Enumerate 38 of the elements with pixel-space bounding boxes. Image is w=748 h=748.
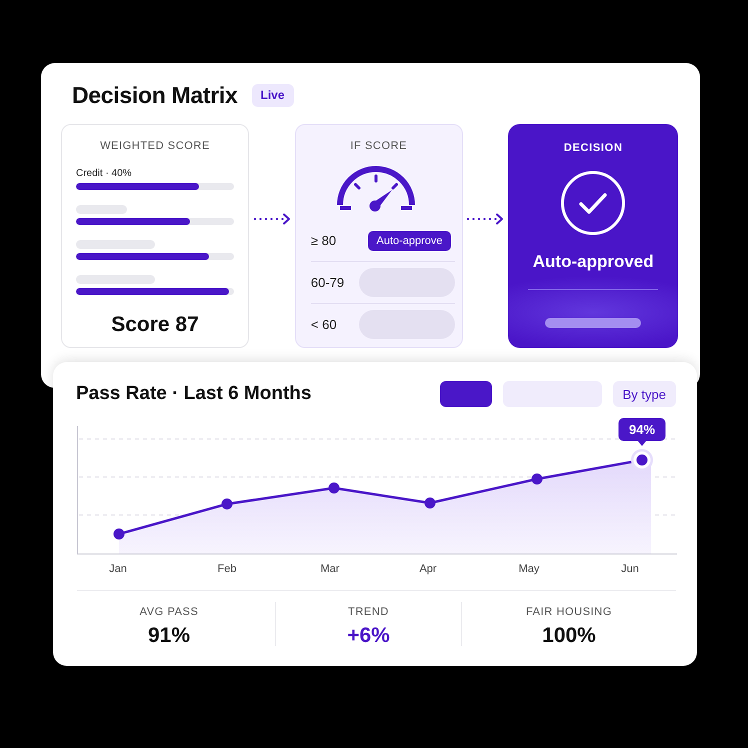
factor-label: Credit · 40% (76, 168, 133, 180)
dotted-arrow-icon (466, 213, 504, 225)
panel-title: IF SCORE (349, 139, 408, 153)
axis-label: Jan (109, 563, 127, 575)
rule-condition: < 60 (310, 317, 337, 332)
dotted-arrow-icon (252, 213, 291, 225)
score-value: Score 87 (110, 312, 200, 338)
axis-label: Apr (419, 563, 437, 575)
stat-value: 100% (541, 624, 597, 648)
card-title: Decision Matrix (72, 81, 238, 110)
chart-point (222, 498, 232, 510)
gauge-icon (336, 163, 415, 212)
filter-button[interactable] (440, 381, 492, 407)
filter-button[interactable]: By type (612, 381, 676, 407)
value-tooltip: 94% (618, 418, 666, 446)
chart-title: Pass Rate · Last 6 Months (76, 382, 312, 406)
stat-label: AVG PASS (138, 605, 200, 619)
axis-label: May (518, 563, 540, 575)
axis-label: Mar (320, 563, 340, 575)
chart-point (424, 498, 436, 508)
chart-point (532, 474, 542, 484)
chart-point (631, 449, 653, 471)
rule-condition: ≥ 80 (310, 233, 336, 248)
chart-point (114, 528, 124, 540)
axis-label: Feb (218, 563, 236, 575)
panel-title: DECISION (564, 141, 623, 155)
stat-value: 91% (146, 624, 192, 648)
rule-condition: 60-79 (310, 275, 344, 290)
outcome-badge: Auto-approve (368, 230, 451, 250)
stat-label: TREND (347, 605, 390, 619)
check-circle-icon (561, 171, 626, 235)
panel-title: WEIGHTED SCORE (99, 139, 211, 153)
chart-point (328, 482, 340, 494)
decision-result: Auto-approved (532, 251, 654, 273)
stat-label: FAIR HOUSING (524, 605, 614, 619)
status-badge: Live (252, 84, 294, 106)
axis-label: Jun (621, 563, 639, 575)
stat-value: +6% (346, 624, 391, 648)
